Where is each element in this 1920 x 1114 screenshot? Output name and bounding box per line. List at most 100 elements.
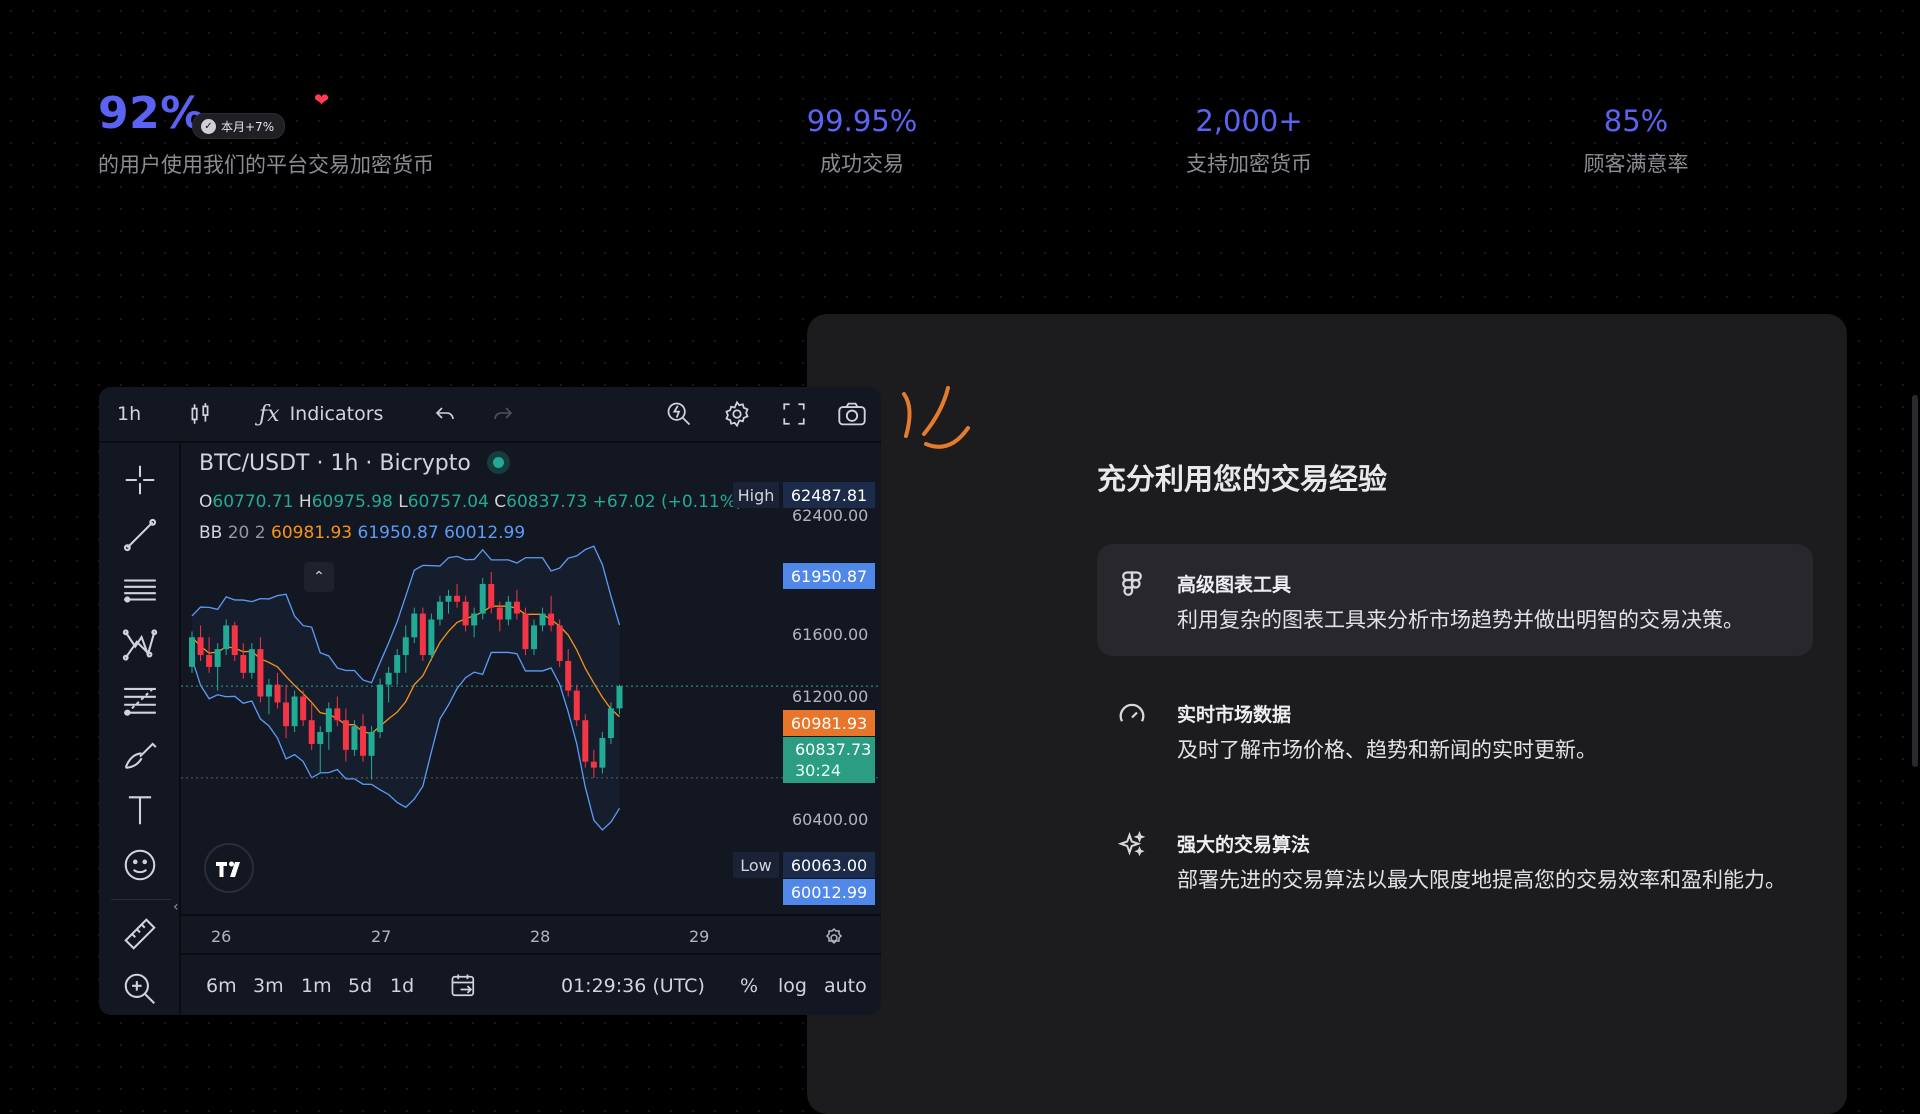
candle-body	[479, 583, 486, 614]
zoom-in-icon[interactable]	[121, 970, 159, 1008]
candle-body	[360, 726, 366, 756]
collapse-toolbar-icon[interactable]: ‹	[173, 899, 183, 921]
feature-title: 实时市场数据	[1177, 704, 1292, 726]
candle-body	[599, 738, 606, 768]
stat-label: 顾客满意率	[1583, 152, 1689, 176]
auto-scale-button[interactable]: auto	[824, 955, 867, 1015]
range-3m-button[interactable]: 3m	[253, 955, 284, 1015]
candles-icon	[191, 403, 209, 424]
chart-type-button[interactable]	[187, 387, 213, 441]
interval-button[interactable]: 1h	[117, 387, 141, 441]
basis-tag: 60981.93	[783, 710, 875, 736]
axis-settings-icon[interactable]	[822, 926, 846, 950]
accent-strokes-icon	[902, 386, 970, 449]
range-5d-button[interactable]: 5d	[348, 955, 372, 1015]
candle-body	[265, 684, 272, 697]
indicators-button[interactable]: ƒx Indicators	[259, 387, 383, 441]
candle-body	[471, 613, 478, 626]
candle-body	[248, 649, 255, 673]
goto-date-button[interactable]	[449, 955, 479, 1015]
upper-band-tag: 61950.87	[783, 563, 875, 589]
candle-body	[513, 601, 520, 614]
function-icon: ƒx	[259, 401, 280, 427]
candle-body	[607, 708, 614, 738]
undo-button[interactable]	[433, 387, 457, 441]
candle-body	[291, 696, 298, 727]
quick-search-button[interactable]	[665, 387, 693, 441]
candle-body	[436, 601, 443, 620]
features-title: 充分利用您的交易经验	[1097, 462, 1388, 496]
feature-advanced-charts[interactable]: 高级图表工具 利用复杂的图表工具来分析市场趋势并做出明智的交易决策。	[1097, 544, 1813, 656]
stat-label: 成功交易	[820, 152, 904, 176]
candle-body	[240, 655, 247, 673]
price-axis-label: 61600.00	[792, 625, 869, 644]
market-open-dot	[492, 457, 504, 468]
crosshair-icon[interactable]	[121, 461, 159, 499]
candle-body	[368, 732, 375, 756]
candle-body	[496, 607, 503, 620]
redo-button[interactable]	[491, 387, 515, 441]
last-price-value: 60837.73	[795, 740, 872, 759]
candle-body	[590, 761, 597, 768]
gauge-icon	[1119, 703, 1145, 722]
fullscreen-button[interactable]	[781, 387, 807, 441]
stat-label: 支持加密货币	[1186, 152, 1312, 176]
time-axis-label: 29	[689, 927, 710, 946]
ruler-icon[interactable]	[121, 915, 159, 953]
range-1m-button[interactable]: 1m	[301, 955, 332, 1015]
feature-realtime-data[interactable]: 实时市场数据 及时了解市场价格、趋势和新闻的实时更新。	[1097, 674, 1813, 786]
range-6m-button[interactable]: 6m	[206, 955, 237, 1015]
feature-algorithms[interactable]: 强大的交易算法 部署先进的交易算法以最大限度地提高您的交易效率和盈利能力。	[1097, 804, 1813, 944]
collapse-legend-button[interactable]: ⌃	[304, 562, 334, 592]
ohlc-high-label: H	[298, 492, 312, 512]
feature-desc: 部署先进的交易算法以最大限度地提高您的交易效率和盈利能力。	[1177, 868, 1786, 892]
candle-body	[231, 625, 238, 656]
pattern-icon[interactable]	[121, 626, 159, 664]
scrollbar[interactable]	[1912, 395, 1918, 767]
stat-users: 92% ✓ 本月+7% ❤ 的用户使用我们的平台交易加密货币	[98, 88, 434, 179]
price-axis-label: 60400.00	[792, 810, 869, 829]
range-1d-button[interactable]: 1d	[390, 955, 414, 1015]
time-axis-label: 28	[530, 927, 551, 946]
candle-body	[351, 726, 358, 750]
candle-body	[385, 672, 392, 685]
candle-body	[214, 649, 221, 667]
growth-badge-label: 本月+7%	[221, 119, 275, 134]
candle-body	[419, 613, 426, 656]
emoji-icon[interactable]	[121, 846, 159, 884]
screenshot-button[interactable]	[837, 387, 867, 441]
bb-legend: BB 20 2 60981.93 61950.87 60012.99	[199, 523, 525, 543]
settings-button[interactable]	[723, 387, 751, 441]
brush-icon[interactable]	[121, 736, 159, 774]
utc-clock[interactable]: 01:29:36 (UTC)	[561, 955, 705, 1015]
calendar-goto-icon	[451, 974, 475, 997]
search-lightning-icon	[667, 402, 691, 426]
trading-chart: 1h ƒx Indicators BTC/USDT · 1h · Bicrypt…	[99, 387, 881, 1015]
stat-value: 85%	[1603, 104, 1669, 138]
bollinger-fill	[192, 546, 620, 830]
candle-body	[377, 684, 384, 733]
candle-countdown: 30:24	[795, 761, 842, 780]
candle-body	[573, 690, 580, 721]
candle-body	[334, 708, 341, 721]
percent-scale-button[interactable]: %	[740, 955, 758, 1015]
time-axis-label: 27	[371, 927, 392, 946]
candle-body	[522, 613, 529, 650]
candle-body	[317, 732, 324, 744]
ohlc-open-label: O	[199, 492, 213, 512]
ohlc-low-label: L	[398, 492, 408, 512]
price-axis-label: 62400.00	[792, 506, 869, 525]
candle-body	[274, 684, 281, 703]
candle-body	[582, 720, 589, 762]
trendline-icon[interactable]	[121, 516, 159, 554]
candle-body	[197, 637, 204, 656]
log-scale-button[interactable]: log	[778, 955, 807, 1015]
bb-params: 20 2	[227, 523, 266, 543]
ohlc-high: 60975.98	[311, 492, 393, 512]
bb-basis: 60981.93	[271, 523, 353, 543]
text-icon[interactable]	[121, 791, 159, 829]
horizontal-lines-icon[interactable]	[121, 571, 159, 609]
fullscreen-icon	[783, 403, 805, 425]
sparkles-icon	[1117, 830, 1146, 857]
fib-icon[interactable]	[121, 681, 159, 719]
